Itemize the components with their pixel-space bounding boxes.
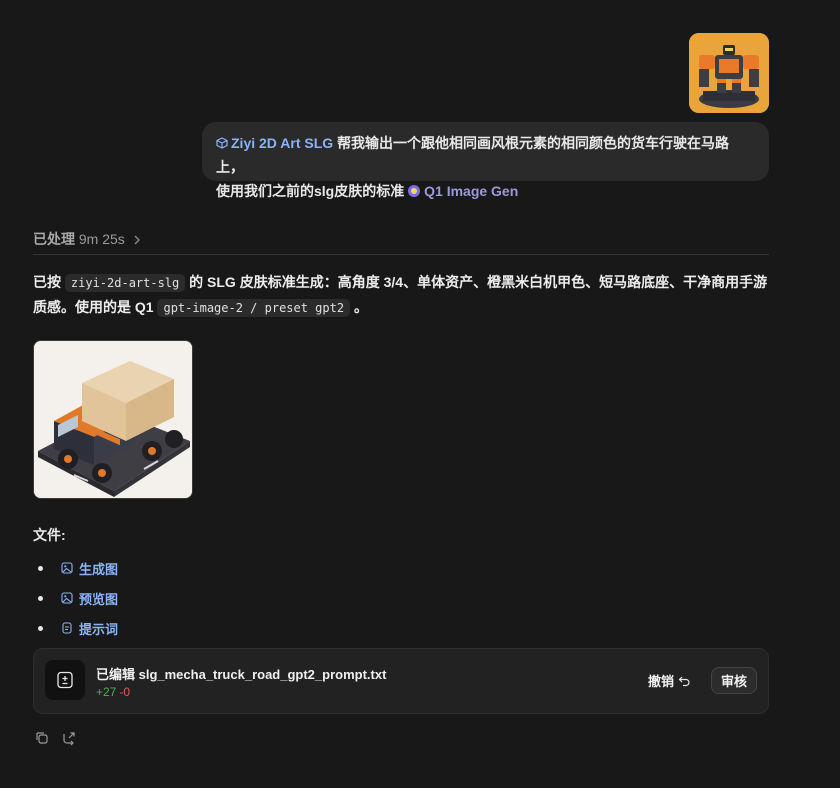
response-text: 已按 (33, 274, 61, 290)
truck-image-icon (34, 341, 192, 498)
chevron-right-icon (134, 235, 140, 245)
image-gen-icon (408, 185, 421, 197)
image-file-icon (61, 562, 73, 574)
skill-chip[interactable]: Ziyi 2D Art SLG (216, 135, 337, 151)
text-file-icon (62, 622, 72, 634)
skill-chip-label: Ziyi 2D Art SLG (231, 135, 334, 151)
file-link-label[interactable]: 生成图 (79, 559, 118, 578)
review-button[interactable]: 审核 (711, 667, 757, 694)
edited-file-title: 已编辑 slg_mecha_truck_road_gpt2_prompt.txt (96, 667, 387, 682)
file-link-label[interactable]: 提示词 (79, 619, 118, 638)
fork-icon[interactable] (61, 730, 77, 746)
generated-truck-image[interactable] (33, 340, 193, 499)
copy-icon[interactable] (34, 730, 50, 746)
undo-label: 撤销 (648, 674, 675, 689)
inline-code: gpt-image-2 / preset gpt2 (157, 299, 351, 317)
cube-icon (216, 137, 228, 149)
inline-code: ziyi-2d-art-slg (64, 274, 186, 292)
mecha-robot-icon (689, 33, 769, 113)
response-text: 质感。使用的是 Q1 (33, 299, 154, 315)
bullet (38, 565, 43, 571)
file-item-prompt[interactable]: 提示词 (33, 613, 118, 643)
additions-count: +27 (96, 685, 117, 699)
bullet (38, 625, 43, 631)
deletions-count: -0 (119, 685, 131, 699)
file-item-preview[interactable]: 预览图 (33, 583, 118, 613)
diff-stats: +27 -0 (96, 685, 130, 699)
image-gen-label: Q1 Image Gen (424, 183, 519, 199)
files-heading: 文件: (33, 527, 66, 543)
image-gen-chip[interactable]: Q1 Image Gen (408, 183, 518, 199)
file-item-generated[interactable]: 生成图 (33, 553, 118, 583)
response-text: 的 SLG 皮肤标准生成：高角度 3/4、单体资产、橙黑米白机甲色、短马路底座、… (189, 274, 768, 290)
image-file-icon (61, 592, 73, 604)
processed-label: 已处理 (33, 231, 75, 247)
message-text-line2: 使用我们之前的slg皮肤的标准 (216, 183, 405, 199)
response-text: 。 (353, 299, 368, 315)
attached-image-thumbnail[interactable] (689, 33, 769, 113)
undo-icon (678, 676, 690, 687)
processed-duration: 9m 25s (78, 231, 125, 247)
diff-icon (45, 660, 85, 700)
processed-toggle[interactable]: 已处理 9m 25s (33, 229, 769, 255)
bullet (38, 595, 43, 601)
plus-minus-file-icon (57, 671, 73, 689)
undo-button[interactable]: 撤销 (648, 671, 691, 690)
response-paragraph: 已按 ziyi-2d-art-slg 的 SLG 皮肤标准生成：高角度 3/4、… (33, 270, 773, 320)
file-link-label[interactable]: 预览图 (79, 589, 118, 608)
user-message-bubble: Ziyi 2D Art SLG 帮我输出一个跟他相同画风根元素的相同颜色的货车行… (202, 122, 769, 199)
file-list: 生成图 预览图 提示词 (33, 553, 118, 643)
edited-file-card[interactable]: 已编辑 slg_mecha_truck_road_gpt2_prompt.txt… (33, 648, 769, 714)
